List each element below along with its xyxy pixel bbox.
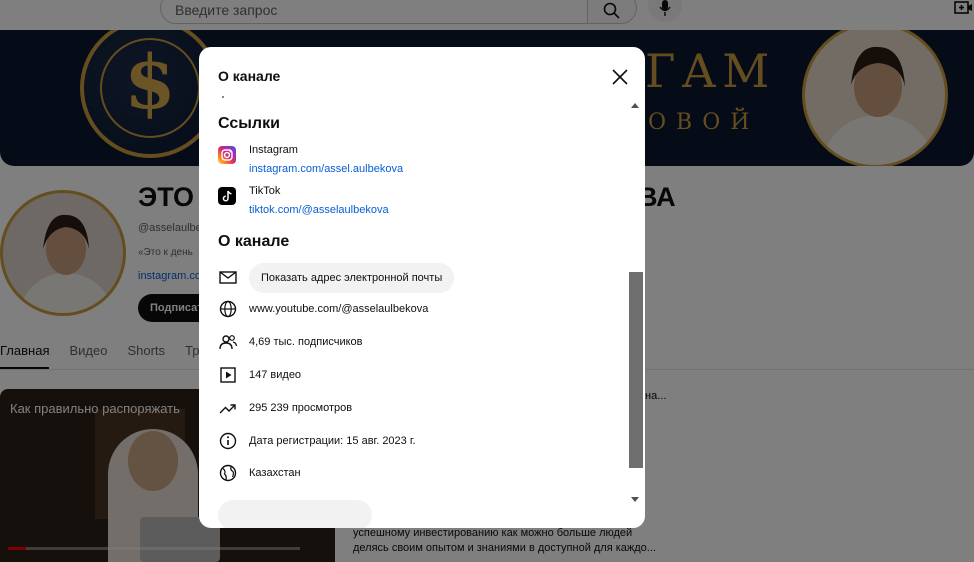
link-name: Instagram [249,144,298,156]
link-url[interactable]: tiktok.com/@asselaulbekova [249,204,389,216]
tiktok-icon [218,187,236,205]
mail-icon [218,267,238,287]
scrollbar-thumb[interactable] [629,272,643,468]
close-button[interactable] [611,68,629,86]
about-heading: О канале [218,233,290,250]
link-url[interactable]: instagram.com/assel.aulbekova [249,163,403,175]
video-count: 147 видео [249,369,302,381]
registration-date: Дата регистрации: 15 авг. 2023 г. [249,435,416,447]
videos-row: 147 видео [218,363,618,387]
country-row: Казахстан [218,461,618,485]
views-row: 295 239 просмотров [218,396,618,420]
scroll-remnant [222,96,224,98]
link-name: TikTok [249,185,281,197]
view-count: 295 239 просмотров [249,402,353,414]
channel-url[interactable]: www.youtube.com/@asselaulbekova [249,303,428,315]
globe-country-icon [218,463,238,483]
trending-icon [218,398,238,418]
dialog-title: О канале [218,68,281,84]
subscribers-row: 4,69 тыс. подписчиков [218,330,618,354]
instagram-icon [218,146,236,164]
subscriber-count: 4,69 тыс. подписчиков [249,336,363,348]
links-heading: Ссылки [218,115,280,132]
close-icon [612,69,628,85]
link-tiktok[interactable]: TikTok tiktok.com/@asselaulbekova [218,185,618,225]
share-channel-button[interactable] [218,500,372,528]
channel-url-row: www.youtube.com/@asselaulbekova [218,297,618,321]
link-instagram[interactable]: Instagram instagram.com/assel.aulbekova [218,144,618,184]
scroll-down-arrow[interactable] [631,497,639,502]
registration-row: Дата регистрации: 15 авг. 2023 г. [218,429,618,453]
video-play-icon [218,365,238,385]
globe-icon [218,299,238,319]
email-row: Показать адрес электронной почты [218,263,618,293]
scroll-up-arrow[interactable] [631,103,639,108]
about-channel-dialog: О канале Ссылки Instagram instagram.com/… [199,47,645,528]
show-email-button[interactable]: Показать адрес электронной почты [249,263,455,293]
country: Казахстан [249,467,301,479]
info-icon [218,431,238,451]
people-icon [218,332,238,352]
